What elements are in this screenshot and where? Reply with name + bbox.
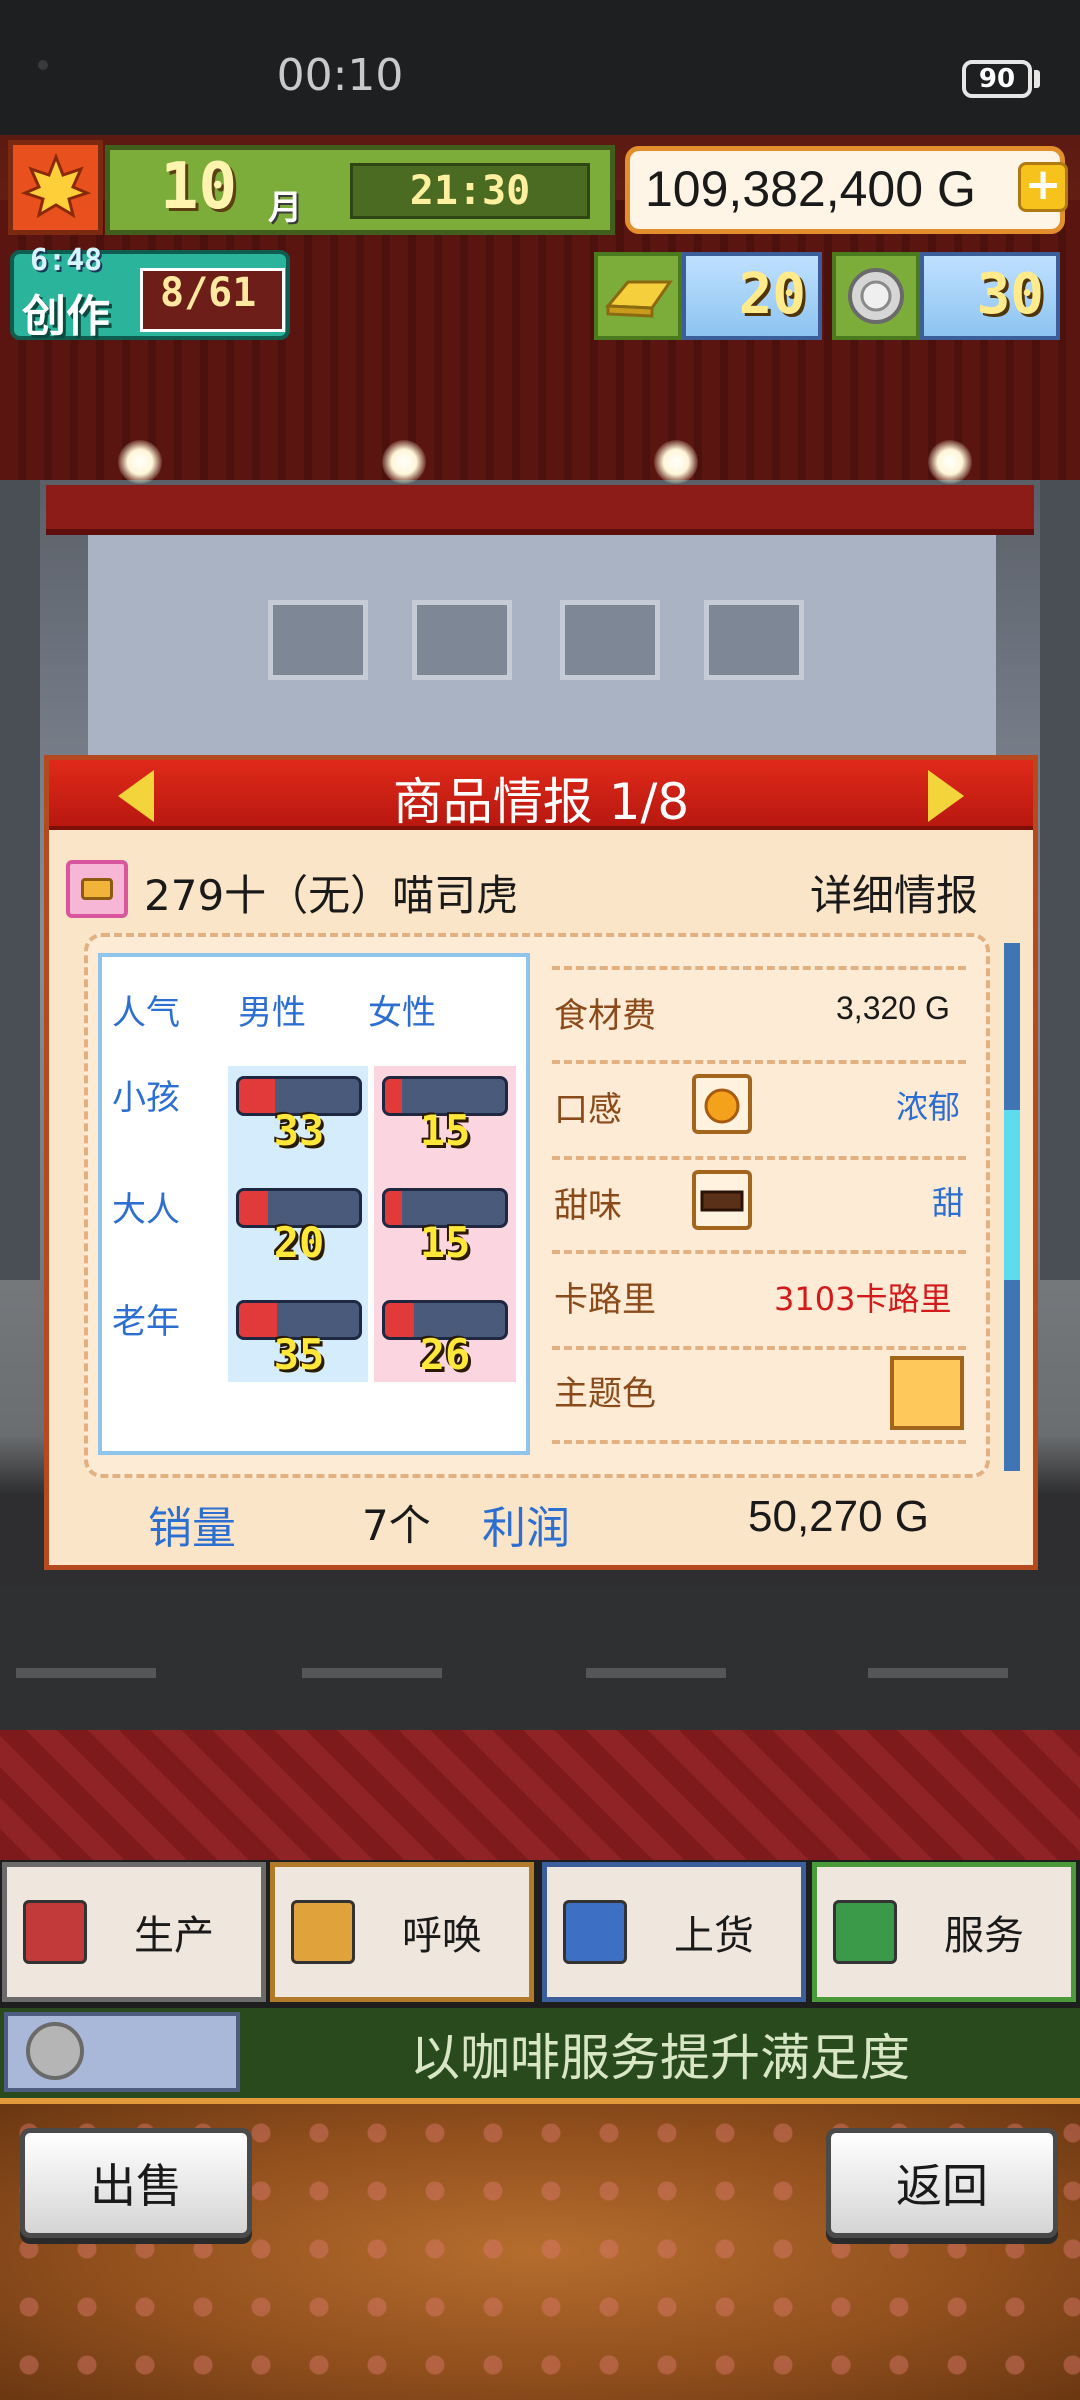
create-timer: 6:48 bbox=[30, 243, 103, 278]
popularity-value: 20 bbox=[273, 1218, 325, 1267]
lane-mark bbox=[868, 1668, 1008, 1678]
male-header: 男性 bbox=[238, 993, 306, 1033]
calorie-value: 3103卡路里 bbox=[774, 1280, 952, 1318]
lane-mark bbox=[16, 1668, 156, 1678]
popularity-value: 26 bbox=[419, 1330, 471, 1379]
item-name: 279十（无）喵司虎 bbox=[144, 871, 519, 920]
profit-label: 利润 bbox=[482, 1503, 570, 1554]
popularity-value: 15 bbox=[419, 1218, 471, 1267]
sales-value: 7个 bbox=[362, 1501, 431, 1550]
spec-divider bbox=[552, 1156, 966, 1160]
create-count: 8/61 bbox=[160, 270, 257, 316]
lamp-icon bbox=[654, 440, 698, 484]
summon-label: 呼唤 bbox=[402, 1913, 482, 1959]
maple-leaf-icon bbox=[8, 140, 103, 235]
spec-divider bbox=[552, 966, 966, 970]
texture-label: 口感 bbox=[554, 1090, 622, 1130]
coin-icon bbox=[26, 2022, 84, 2080]
left-wall bbox=[0, 480, 40, 1280]
tip-text: 以咖啡服务提升满足度 bbox=[410, 2029, 910, 2087]
row-label-kids: 小孩 bbox=[112, 1078, 180, 1118]
sweetness-icon bbox=[692, 1170, 752, 1230]
scrollbar-thumb[interactable] bbox=[1004, 1110, 1020, 1280]
sales-label: 销量 bbox=[148, 1503, 236, 1554]
row-label-seniors: 老年 bbox=[112, 1302, 180, 1342]
cake-icon bbox=[563, 1900, 627, 1964]
next-arrow-icon[interactable] bbox=[928, 770, 964, 822]
sweetness-value: 甜 bbox=[932, 1184, 965, 1222]
bread-icon bbox=[23, 1900, 87, 1964]
silver-medal-count: 30 bbox=[920, 252, 1060, 340]
lamp-icon bbox=[118, 440, 162, 484]
spec-divider bbox=[552, 1440, 966, 1444]
produce-button[interactable]: 生产 bbox=[2, 1862, 266, 2002]
battery-level: 90 bbox=[978, 64, 1016, 94]
status-clock: 00:10 bbox=[276, 50, 404, 101]
flag-icon bbox=[291, 1900, 355, 1964]
restock-button[interactable]: 上货 bbox=[542, 1862, 806, 2002]
cost-label: 食材费 bbox=[554, 996, 656, 1036]
gold-bar-icon bbox=[594, 252, 682, 340]
female-header: 女性 bbox=[368, 993, 436, 1033]
texture-icon bbox=[692, 1074, 752, 1134]
month-value: 10 bbox=[160, 150, 238, 224]
theme-color-label: 主题色 bbox=[554, 1374, 656, 1414]
popularity-value: 35 bbox=[273, 1330, 325, 1379]
summon-button[interactable]: 呼唤 bbox=[270, 1862, 534, 2002]
service-label: 服务 bbox=[944, 1913, 1024, 1959]
lamp-icon bbox=[928, 440, 972, 484]
lane-mark bbox=[586, 1668, 726, 1678]
shop-awning bbox=[46, 485, 1034, 535]
lane-mark bbox=[302, 1668, 442, 1678]
back-button[interactable]: 返回 bbox=[826, 2128, 1058, 2238]
month-unit: 月 bbox=[268, 188, 302, 228]
service-button[interactable]: 服务 bbox=[812, 1862, 1076, 2002]
oven-window bbox=[704, 600, 804, 680]
add-money-button[interactable]: + bbox=[1018, 162, 1068, 212]
money-value: 109,382,400 G bbox=[645, 161, 976, 217]
popularity-value: 15 bbox=[419, 1106, 471, 1155]
shop-roof bbox=[0, 200, 1080, 480]
oven-window bbox=[412, 600, 512, 680]
oven-window bbox=[268, 600, 368, 680]
dialog-title: 商品情报 1/8 bbox=[392, 773, 690, 831]
cost-value: 3,320 G bbox=[836, 990, 950, 1026]
right-wall bbox=[1040, 480, 1080, 1280]
popularity-header: 人气 bbox=[112, 993, 180, 1033]
texture-value: 浓郁 bbox=[896, 1088, 961, 1126]
theme-color-swatch bbox=[890, 1356, 964, 1430]
road bbox=[0, 1585, 1080, 1730]
coffee-cup-icon bbox=[833, 1900, 897, 1964]
silver-medal-icon bbox=[832, 252, 920, 340]
prev-arrow-icon[interactable] bbox=[118, 770, 154, 822]
lamp-icon bbox=[382, 440, 426, 484]
popularity-value: 33 bbox=[273, 1106, 325, 1155]
spec-divider bbox=[552, 1060, 966, 1064]
calorie-label: 卡路里 bbox=[554, 1280, 656, 1320]
gold-bar-count: 20 bbox=[682, 252, 822, 340]
battery-icon: 90 bbox=[962, 60, 1032, 98]
game-time: 21:30 bbox=[350, 163, 590, 219]
row-label-adults: 大人 bbox=[112, 1190, 180, 1230]
sell-button[interactable]: 出售 bbox=[20, 2128, 252, 2238]
sweetness-label: 甜味 bbox=[554, 1186, 622, 1226]
bread-icon bbox=[66, 860, 128, 918]
detail-info-link[interactable]: 详细情报 bbox=[810, 862, 978, 923]
restock-label: 上货 bbox=[674, 1913, 754, 1959]
spec-divider bbox=[552, 1346, 966, 1350]
create-label: 创作 bbox=[22, 291, 110, 342]
red-carpet bbox=[0, 1730, 1080, 1860]
shop-interior bbox=[88, 535, 996, 765]
battery-tip bbox=[1034, 70, 1040, 88]
profit-value: 50,270 G bbox=[748, 1492, 930, 1541]
oven-window bbox=[560, 600, 660, 680]
spec-divider bbox=[552, 1250, 966, 1254]
produce-label: 生产 bbox=[134, 1913, 214, 1959]
